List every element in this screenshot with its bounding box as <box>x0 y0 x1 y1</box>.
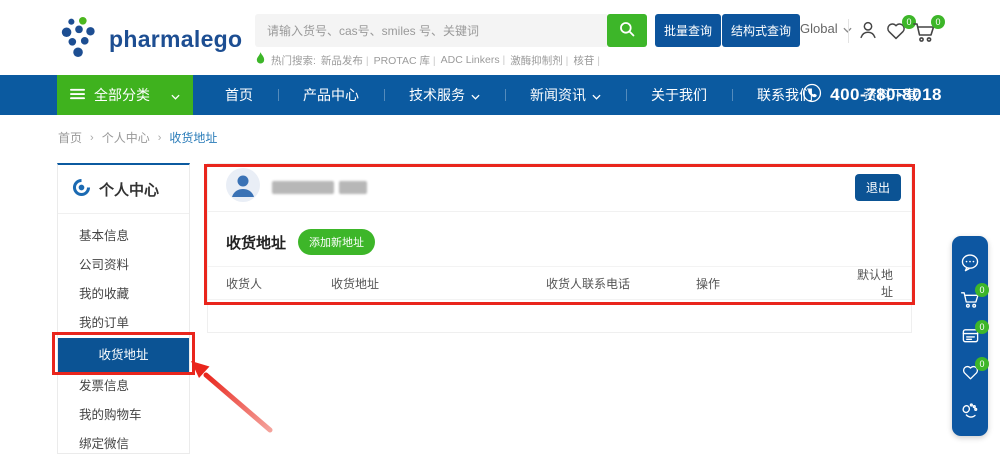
nav-item-label: 新闻资讯 <box>530 85 586 105</box>
nav-item-home[interactable]: 首页 <box>200 75 278 115</box>
logout-button[interactable]: 退出 <box>855 174 901 201</box>
batch-query-button[interactable]: 批量查询 <box>655 14 721 47</box>
annotation-arrow <box>180 350 290 450</box>
hamburger-icon <box>70 87 85 103</box>
search-input[interactable] <box>255 14 607 47</box>
top-header: pharmalego 批量查询 结构式查询 Global 0 <box>0 0 1000 75</box>
all-categories-label: 全部分类 <box>94 85 150 105</box>
breadcrumb: 首页 › 个人中心 › 收货地址 <box>58 129 217 146</box>
shipping-address-panel: 退出 收货地址 添加新地址 收货人 收货地址 收货人联系电话 操作 默认地址 <box>207 163 912 333</box>
breadcrumb-home[interactable]: 首页 <box>58 129 82 146</box>
section-title: 收货地址 <box>226 232 286 253</box>
sidebar-item-bind-wechat[interactable]: 绑定微信 <box>58 430 189 459</box>
col-default: 默认地址 <box>846 266 893 300</box>
float-cart-badge: 0 <box>975 283 989 297</box>
molecule-logo-icon <box>58 13 100 66</box>
hot-search-row: 热门搜索: 新品发布 PROTAC 库 ADC Linkers 激酶抑制剂 核苷 <box>255 52 600 68</box>
col-phone: 收货人联系电话 <box>546 275 696 292</box>
cart-badge: 0 <box>931 15 945 29</box>
chevron-down-icon <box>592 87 601 103</box>
search-button[interactable] <box>607 14 647 47</box>
sidebar-item-basic-info[interactable]: 基本信息 <box>58 222 189 251</box>
hot-search-link[interactable]: 激酶抑制剂 <box>510 53 568 68</box>
account-icon[interactable] <box>857 19 879 46</box>
masked-username <box>272 181 367 194</box>
chevron-down-icon <box>471 87 480 103</box>
cart-icon[interactable]: 0 <box>912 21 936 48</box>
breadcrumb-current: 收货地址 <box>169 129 217 146</box>
logo-text: pharmalego <box>109 26 242 53</box>
nav-item-products[interactable]: 产品中心 <box>278 75 384 115</box>
nav-item-tech-services[interactable]: 技术服务 <box>384 75 505 115</box>
nav-item-label: 产品中心 <box>303 85 359 105</box>
chevron-down-icon <box>171 87 180 103</box>
sidebar-item-invoice-info[interactable]: 发票信息 <box>58 372 189 401</box>
orders-badge: 0 <box>975 320 989 334</box>
nav-item-label: 技术服务 <box>409 85 465 105</box>
breadcrumb-personal-center[interactable]: 个人中心 <box>102 129 150 146</box>
favorites-icon[interactable]: 0 <box>885 21 907 46</box>
breadcrumb-separator: › <box>90 132 94 144</box>
all-categories-button[interactable]: 全部分类 <box>57 75 193 115</box>
structure-query-button[interactable]: 结构式查询 <box>722 14 800 47</box>
search-icon <box>618 20 636 41</box>
section-header: 收货地址 添加新地址 <box>208 212 911 266</box>
hot-search-link[interactable]: PROTAC 库 <box>374 53 436 68</box>
col-address: 收货地址 <box>331 275 546 292</box>
sidebar-item-shipping-address[interactable]: 收货地址 <box>58 338 189 372</box>
nav-item-label: 关于我们 <box>651 85 707 105</box>
float-favorites-badge: 0 <box>975 357 989 371</box>
sidebar-item-shopping-cart[interactable]: 我的购物车 <box>58 401 189 430</box>
main-nav: 全部分类 首页 产品中心 技术服务 新闻资讯 关于我们 联系我们 <box>0 75 1000 115</box>
personal-center-sidebar: 个人中心 基本信息 公司资料 我的收藏 我的订单 收货地址 发票信息 我的购物车… <box>57 163 190 454</box>
global-language-selector[interactable]: Global <box>800 21 852 36</box>
nav-item-about[interactable]: 关于我们 <box>626 75 732 115</box>
hot-search-link[interactable]: ADC Linkers <box>441 54 506 66</box>
footprint-icon[interactable] <box>960 400 980 420</box>
col-recipient: 收货人 <box>226 275 331 292</box>
nav-item-news[interactable]: 新闻资讯 <box>505 75 626 115</box>
sidebar-item-orders[interactable]: 我的订单 <box>58 309 189 338</box>
user-row: 退出 <box>208 164 911 212</box>
float-cart-icon[interactable]: 0 <box>960 289 980 309</box>
sidebar-items: 基本信息 公司资料 我的收藏 我的订单 收货地址 发票信息 我的购物车 绑定微信 <box>58 214 189 459</box>
address-table-header: 收货人 收货地址 收货人联系电话 操作 默认地址 <box>208 266 911 300</box>
logo[interactable]: pharmalego <box>58 13 242 66</box>
sidebar-item-favorites[interactable]: 我的收藏 <box>58 280 189 309</box>
phone-number: 400-780-8018 <box>830 85 942 105</box>
orders-icon[interactable]: 0 <box>960 326 980 346</box>
hot-search-link[interactable]: 核苷 <box>573 53 600 68</box>
sidebar-header: 个人中心 <box>58 165 189 214</box>
phone-icon <box>802 83 822 108</box>
service-phone: 400-780-8018 <box>802 75 942 115</box>
col-actions: 操作 <box>696 275 846 292</box>
add-address-button[interactable]: 添加新地址 <box>298 229 375 255</box>
global-label: Global <box>800 21 838 36</box>
search-bar <box>255 14 647 47</box>
nav-item-label: 首页 <box>225 85 253 105</box>
floating-toolbar: 0 0 0 <box>952 236 988 436</box>
sidebar-item-company-info[interactable]: 公司资料 <box>58 251 189 280</box>
breadcrumb-separator: › <box>158 132 162 144</box>
customer-service-icon[interactable] <box>960 252 980 272</box>
hot-search-link[interactable]: 新品发布 <box>321 53 369 68</box>
flame-icon <box>255 52 266 68</box>
avatar <box>226 168 260 207</box>
hot-search-label: 热门搜索: <box>271 53 316 68</box>
sidebar-title: 个人中心 <box>99 179 159 200</box>
personal-center-icon <box>72 178 91 201</box>
float-heart-icon[interactable]: 0 <box>960 363 980 383</box>
header-divider <box>848 19 849 43</box>
